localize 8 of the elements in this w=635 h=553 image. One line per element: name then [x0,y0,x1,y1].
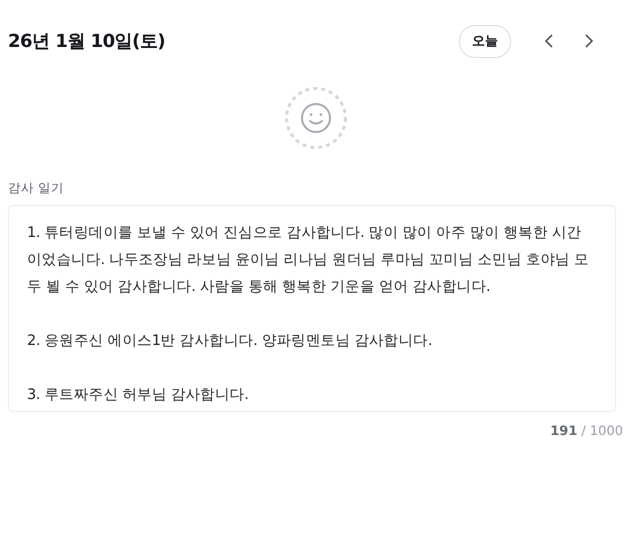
section-label: 감사 일기 [8,180,65,197]
previous-icon[interactable] [543,33,555,49]
diary-field[interactable]: 1. 튜터링데이를 보낼 수 있어 진심으로 감사합니다. 많이 많이 아주 많이 행복한 시간 이었습니다. 나두조장님 라보님 윤이님 리나님 원더님 루마님 꼬미님 소민님 호야님 모두 뵐 수 있어 감사합니다. 사람을 통해 행복한 기운을 얻어 감사합니다. 2. 응원주신 에이스1반 감사합니다. 양파링멘토님 감사합니다. 3. 루트짜주신 허부님 감사합니다. [8,205,616,412]
date-title: 26년 1월 10일(토) [8,30,166,53]
character-limit: / 1000 [581,424,623,439]
today-button[interactable]: 오늘 [459,24,511,58]
character-count: 191 [550,424,578,439]
next-icon[interactable] [583,33,595,49]
